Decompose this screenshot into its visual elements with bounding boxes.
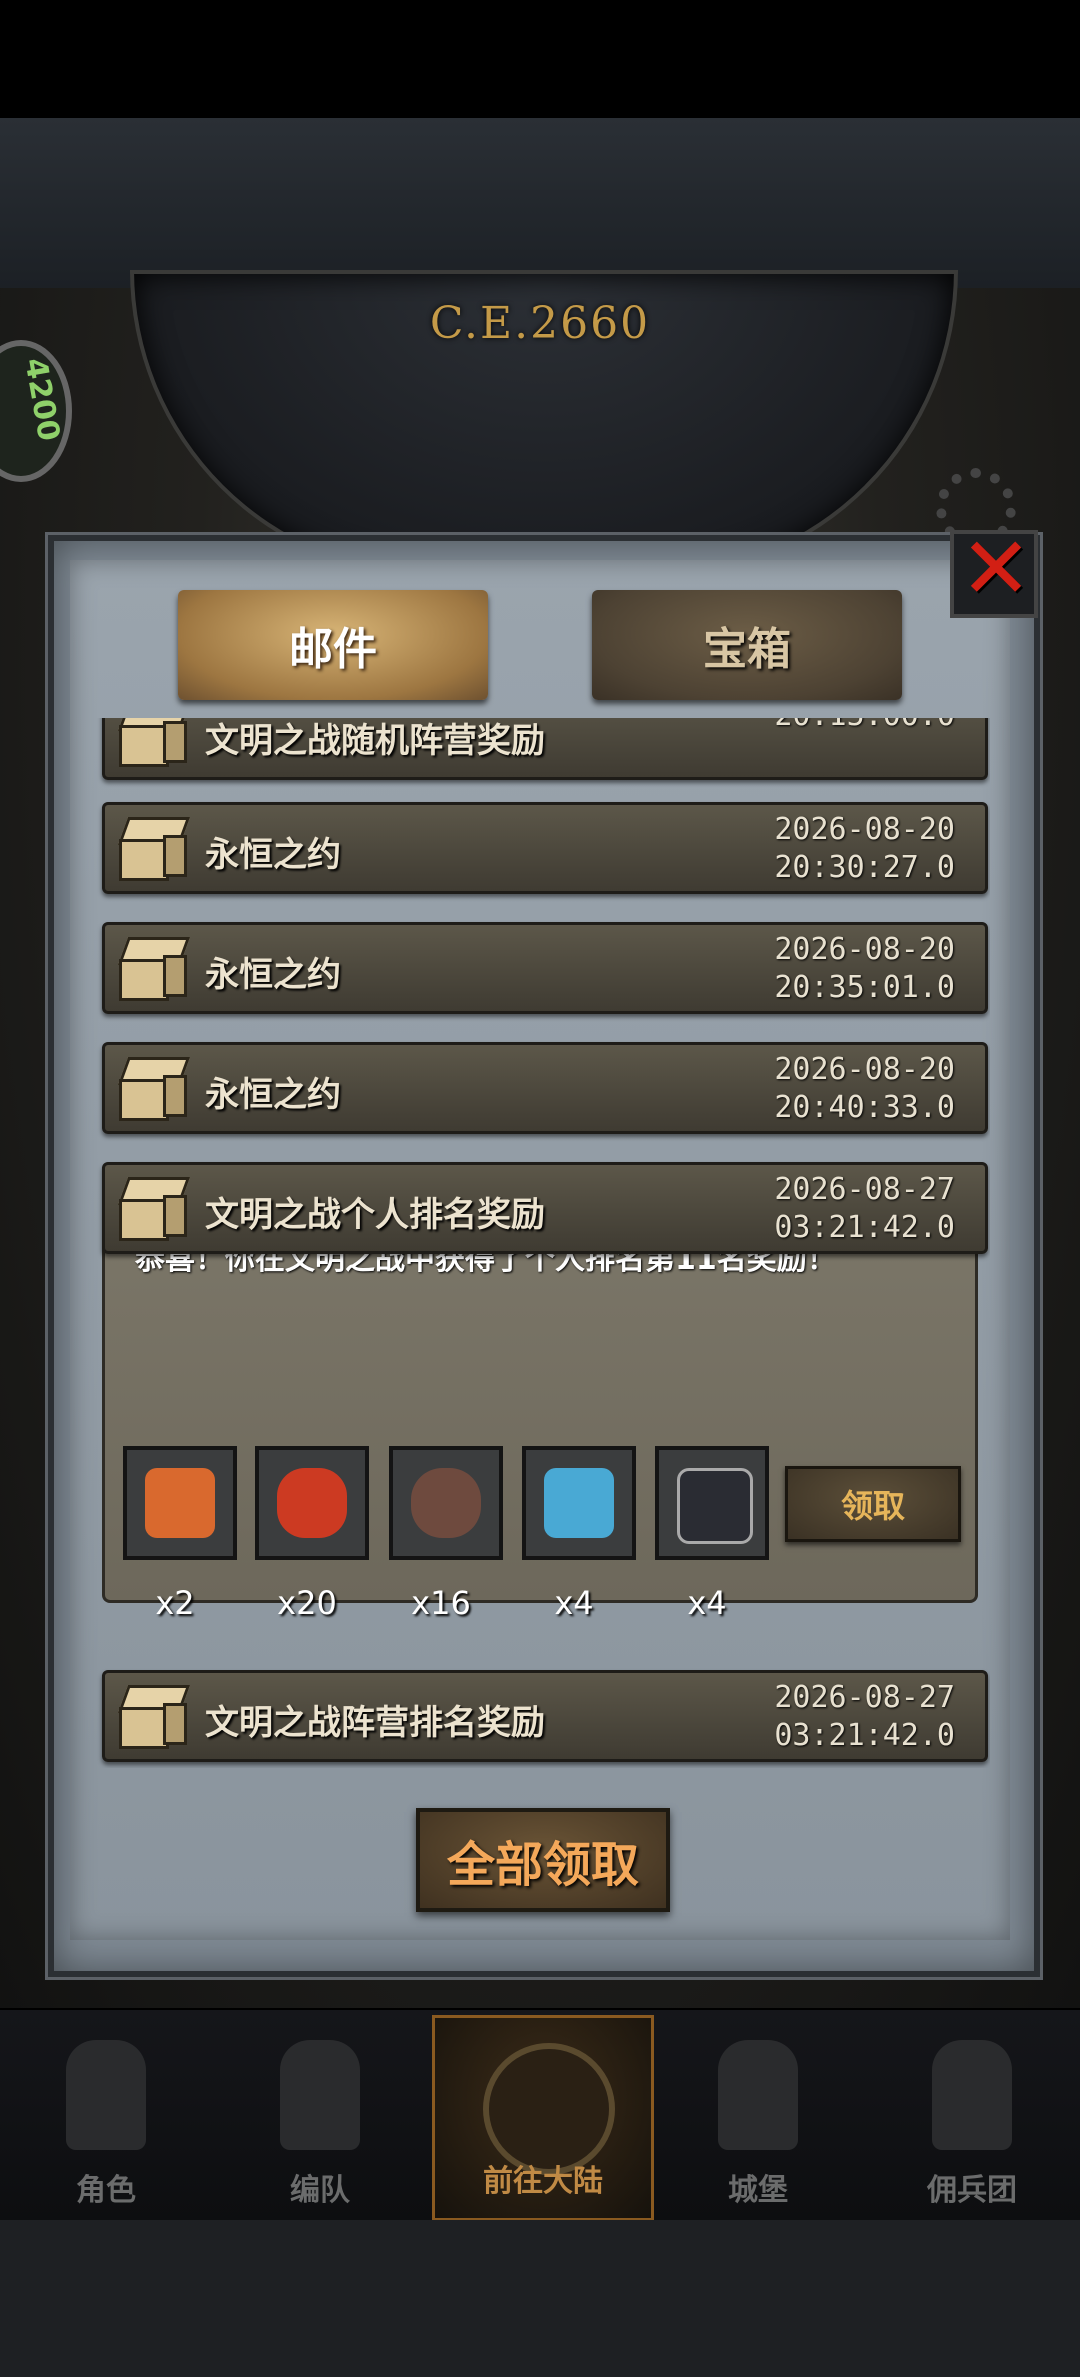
- bottom-strip: [0, 2220, 1080, 2377]
- nav-item-mercenary[interactable]: 佣兵团: [872, 2030, 1072, 2210]
- mail-date: 2026-08-20: [774, 932, 955, 967]
- claim-all-button[interactable]: 全部领取: [416, 1808, 670, 1912]
- nav-item-formation[interactable]: 编队: [220, 2030, 420, 2210]
- resource-gauge-value: 4200: [17, 355, 67, 444]
- mail-title: 永恒之约: [205, 955, 341, 995]
- helmet-icon: [280, 2040, 360, 2150]
- chest-icon: [117, 935, 191, 1001]
- chest-icon: [117, 1055, 191, 1121]
- cloth-roll-icon: [544, 1468, 614, 1538]
- iron-ore-icon: [677, 1468, 753, 1544]
- tab-mail[interactable]: 邮件: [178, 590, 488, 700]
- reward-qty: x4: [554, 1584, 594, 1622]
- reward-slot[interactable]: [123, 1446, 237, 1560]
- claim-button[interactable]: 领取: [785, 1466, 961, 1542]
- nav-item-castle[interactable]: 城堡: [658, 2030, 858, 2210]
- mail-time: 20:15:00.0: [774, 718, 955, 735]
- nav-label: 角色: [76, 2173, 136, 2208]
- nav-label: 城堡: [728, 2173, 788, 2208]
- mail-row[interactable]: 永恒之约 2026-08-20 20:35:01.0: [102, 922, 988, 1014]
- ship-icon: [932, 2040, 1012, 2150]
- mail-date: 2026-08-27: [774, 1680, 955, 1715]
- mail-timestamp: 2026-08-20 20:40:33.0: [774, 1051, 955, 1127]
- mail-timestamp: 2026-08-20 20:30:27.0: [774, 811, 955, 887]
- knight-icon: [66, 2040, 146, 2150]
- close-x-icon: ✕: [960, 519, 1033, 619]
- mail-row[interactable]: 文明之战随机阵营奖励 20:15:00.0: [102, 718, 988, 780]
- lobster-icon: [277, 1468, 347, 1538]
- mail-title: 文明之战随机阵营奖励: [205, 721, 545, 761]
- nav-label: 编队: [290, 2173, 350, 2208]
- mail-date: 2026-08-20: [774, 1052, 955, 1087]
- boar-head-icon: [411, 1468, 481, 1538]
- nav-item-continent[interactable]: 前往大陆: [432, 2015, 654, 2221]
- mail-row-expanded-header[interactable]: 文明之战个人排名奖励 2026-08-27 03:21:42.0: [102, 1162, 988, 1254]
- mail-row[interactable]: 永恒之约 2026-08-20 20:30:27.0: [102, 802, 988, 894]
- mail-title: 永恒之约: [205, 835, 341, 875]
- reward-slot[interactable]: [655, 1446, 769, 1560]
- nav-item-character[interactable]: 角色: [6, 2030, 206, 2210]
- mail-time: 03:21:42.0: [774, 1718, 955, 1753]
- mail-timestamp: 2026-08-27 03:21:42.0: [774, 1679, 955, 1755]
- mail-title: 永恒之约: [205, 1075, 341, 1115]
- mail-timestamp: 2026-08-20 20:35:01.0: [774, 931, 955, 1007]
- mail-time: 20:30:27.0: [774, 850, 955, 885]
- reward-qty: x2: [155, 1584, 195, 1622]
- mail-time: 03:21:42.0: [774, 1210, 955, 1245]
- reward-slot[interactable]: [389, 1446, 503, 1560]
- chest-icon: [117, 1175, 191, 1241]
- chest-icon: [117, 815, 191, 881]
- reward-qty: x4: [687, 1584, 727, 1622]
- chest-icon: [117, 1683, 191, 1749]
- reward-qty: x16: [411, 1584, 471, 1622]
- top-band: [0, 118, 1080, 288]
- chest-icon: [117, 718, 191, 767]
- mail-row[interactable]: 永恒之约 2026-08-20 20:40:33.0: [102, 1042, 988, 1134]
- mail-date: 2026-08-20: [774, 812, 955, 847]
- nav-label: 前往大陆: [483, 2164, 603, 2199]
- mail-title: 文明之战阵营排名奖励: [205, 1703, 545, 1743]
- castle-icon: [718, 2040, 798, 2150]
- wood-plank-icon: [145, 1468, 215, 1538]
- tab-chest[interactable]: 宝箱: [592, 590, 902, 700]
- mail-row[interactable]: 文明之战阵营排名奖励 2026-08-27 03:21:42.0: [102, 1670, 988, 1762]
- reward-slot[interactable]: [522, 1446, 636, 1560]
- reward-slot[interactable]: [255, 1446, 369, 1560]
- mail-expanded-body: 恭喜！你在文明之战中获得了个人排名第11名奖励！ x2 x20 x16 x4 x…: [102, 1216, 978, 1622]
- mail-date: 2026-08-27: [774, 1172, 955, 1207]
- mail-time: 20:40:33.0: [774, 1090, 955, 1125]
- status-bar: [0, 0, 1080, 118]
- nav-label: 佣兵团: [927, 2173, 1017, 2208]
- close-button[interactable]: ✕: [950, 526, 1038, 618]
- mail-list[interactable]: 文明之战随机阵营奖励 20:15:00.0 永恒之约 2026-08-2020:…: [96, 718, 990, 1768]
- reward-qty: x20: [277, 1584, 337, 1622]
- mail-timestamp: 20:15:00.0: [774, 718, 955, 735]
- mail-title: 文明之战个人排名奖励: [205, 1195, 545, 1235]
- mail-time: 20:35:01.0: [774, 970, 955, 1005]
- era-label: C.E.2660: [429, 298, 651, 349]
- mail-timestamp: 2026-08-27 03:21:42.0: [774, 1171, 955, 1247]
